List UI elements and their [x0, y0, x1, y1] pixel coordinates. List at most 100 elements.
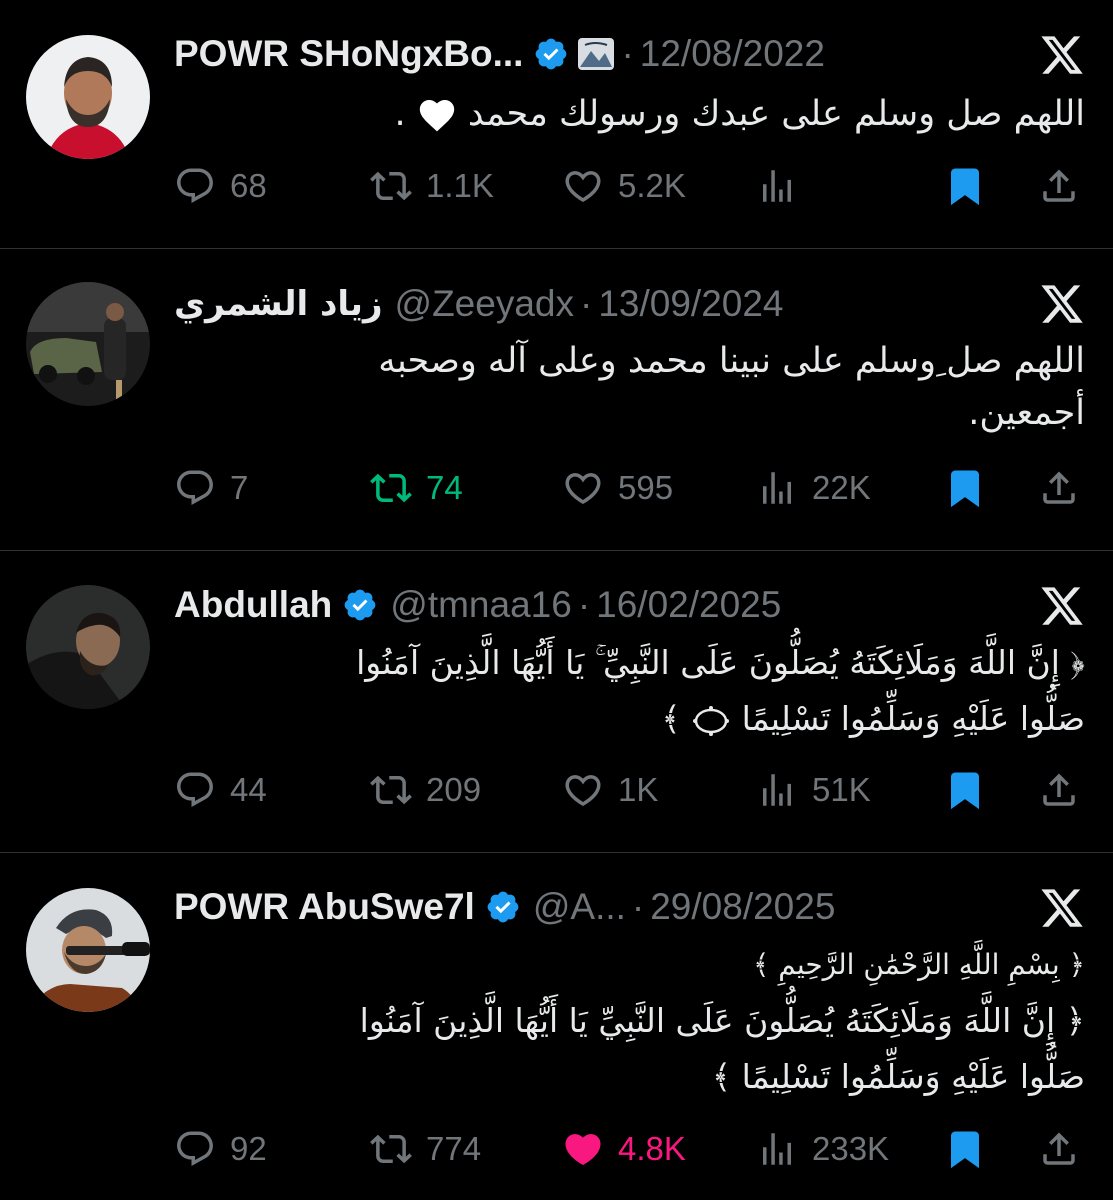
views-count: 22K	[812, 469, 871, 506]
tweet-text: ﴿ إِنَّ اللَّهَ وَمَلَائِكَتَهُ يُصَلُّو…	[170, 635, 1085, 747]
like-count: 595	[618, 469, 674, 506]
display-name[interactable]: زياد الشمري	[174, 284, 383, 324]
tweet-text-bracket: ﴾	[661, 699, 681, 738]
user-handle[interactable]: @tmnaa16	[390, 584, 572, 626]
retweet-count: 74	[426, 469, 463, 506]
avatar[interactable]	[26, 35, 150, 159]
like-button[interactable]: 4.8K	[562, 1125, 686, 1173]
like-button[interactable]: 1K	[562, 766, 658, 814]
reply-icon	[177, 470, 213, 505]
share-icon	[1043, 169, 1075, 202]
separator-dot: ·	[577, 584, 591, 625]
bookmark-button[interactable]	[944, 162, 986, 210]
reply-count: 92	[230, 1130, 267, 1167]
tweet-3[interactable]: Abdullah @tmnaa16 · 16/02/2025 ﴿ إِنَّ ا…	[0, 551, 1113, 853]
tweet-date[interactable]: 12/08/2022	[640, 33, 825, 75]
views-button[interactable]: 51K	[756, 766, 871, 814]
tweet-text-line: أجمعين.	[968, 393, 1085, 433]
share-icon	[1043, 471, 1075, 504]
reply-button[interactable]: 7	[174, 464, 248, 512]
views-count: 233K	[812, 1130, 890, 1167]
views-chart-icon	[763, 1133, 791, 1165]
tweet-4[interactable]: POWR AbuSwe7l @A... · 29/08/2025 ﴿ بِسْم…	[0, 853, 1113, 1200]
reply-button[interactable]: 44	[174, 766, 267, 814]
separator-dot: ·	[580, 283, 593, 324]
like-count: 4.8K	[618, 1130, 686, 1167]
retweet-icon	[370, 1134, 412, 1164]
affiliate-badge-icon	[578, 38, 615, 70]
share-button[interactable]	[1038, 162, 1080, 210]
share-icon	[1043, 773, 1075, 806]
retweet-button[interactable]: 209	[370, 766, 481, 814]
action-bar: 44 209 1K 51K	[174, 766, 1087, 814]
user-handle[interactable]: @Zeeyadx	[395, 283, 574, 325]
display-name[interactable]: POWR SHoNgxBo...	[174, 33, 523, 75]
retweet-icon	[370, 171, 412, 201]
tweet-text-line: صَلُّوا عَلَيْهِ وَسَلِّمُوا تَسْلِيمًا	[741, 699, 1085, 738]
heart-icon	[565, 473, 601, 505]
x-logo-icon[interactable]	[1039, 281, 1085, 327]
views-count: 51K	[812, 771, 871, 808]
verified-badge-icon	[344, 589, 376, 621]
x-logo-icon[interactable]	[1039, 32, 1085, 78]
tweet-text: اللهم صل ِوسلم على نبينا محمد وعلى آله و…	[170, 335, 1085, 439]
separator-dot: ·	[621, 33, 634, 74]
like-button[interactable]: 5.2K	[562, 162, 686, 210]
share-icon	[1043, 1132, 1075, 1165]
ayah-end-icon	[693, 705, 730, 736]
bookmark-button[interactable]	[944, 1125, 986, 1173]
reply-button[interactable]: 68	[174, 162, 267, 210]
tweet-feed: POWR SHoNgxBo... · 12/08/2022 اللهم صل و…	[0, 0, 1113, 1200]
tweet-date[interactable]: 13/09/2024	[598, 283, 783, 325]
like-count: 1K	[618, 771, 659, 808]
reply-button[interactable]: 92	[174, 1125, 267, 1173]
avatar[interactable]	[26, 282, 150, 406]
tweet-2[interactable]: زياد الشمري @Zeeyadx · 13/09/2024 اللهم …	[0, 249, 1113, 551]
avatar[interactable]	[26, 585, 150, 709]
views-button[interactable]	[756, 162, 812, 210]
action-bar: 92 774 4.8K 233K	[174, 1125, 1087, 1173]
tweet-text-line: ﴿ إِنَّ اللَّهَ وَمَلَائِكَتَهُ يُصَلُّو…	[359, 1001, 1085, 1040]
tweet-text: ﴿ بِسْمِ اللَّهِ الرَّحْمَٰنِ الرَّحِيمِ…	[170, 937, 1085, 1105]
share-button[interactable]	[1038, 766, 1080, 814]
reply-icon	[177, 1131, 213, 1166]
avatar[interactable]	[26, 888, 150, 1012]
share-button[interactable]	[1038, 1125, 1080, 1173]
bookmark-button[interactable]	[944, 766, 986, 814]
views-chart-icon	[763, 774, 791, 806]
tweet-text-period: .	[394, 94, 406, 134]
tweet-date[interactable]: 29/08/2025	[650, 886, 835, 928]
retweet-button[interactable]: 1.1K	[370, 162, 494, 210]
reply-icon	[177, 168, 213, 203]
heart-icon	[565, 171, 601, 203]
retweet-count: 774	[426, 1130, 482, 1167]
verified-badge-icon	[536, 38, 567, 70]
views-button[interactable]: 22K	[756, 464, 871, 512]
heart-icon	[565, 775, 601, 807]
retweet-icon	[370, 473, 412, 503]
bookmark-icon	[951, 470, 979, 508]
tweet-1[interactable]: POWR SHoNgxBo... · 12/08/2022 اللهم صل و…	[0, 0, 1113, 249]
x-logo-icon[interactable]	[1039, 885, 1085, 931]
reply-count: 68	[230, 167, 267, 204]
tweet-text-line: اللهم صل وسلم على عبدك ورسولك محمد	[467, 94, 1085, 134]
views-button[interactable]: 233K	[756, 1125, 889, 1173]
bookmark-icon	[951, 168, 979, 206]
bookmark-button[interactable]	[944, 464, 986, 512]
reply-count: 44	[230, 771, 267, 808]
share-button[interactable]	[1038, 464, 1080, 512]
user-handle[interactable]: @A...	[533, 886, 626, 928]
retweet-button[interactable]: 774	[370, 1125, 481, 1173]
tweet-text: اللهم صل وسلم على عبدك ورسولك محمد .	[170, 88, 1085, 140]
display-name[interactable]: POWR AbuSwe7l	[174, 886, 475, 928]
bookmark-icon	[951, 1131, 979, 1169]
views-chart-icon	[763, 472, 791, 504]
separator-dot: ·	[631, 886, 645, 927]
x-logo-icon[interactable]	[1039, 583, 1085, 629]
retweet-count: 209	[426, 771, 482, 808]
like-button[interactable]: 595	[562, 464, 673, 512]
retweet-button[interactable]: 74	[370, 464, 463, 512]
reply-count: 7	[230, 469, 249, 506]
tweet-date[interactable]: 16/02/2025	[596, 584, 781, 626]
display-name[interactable]: Abdullah	[174, 584, 332, 626]
